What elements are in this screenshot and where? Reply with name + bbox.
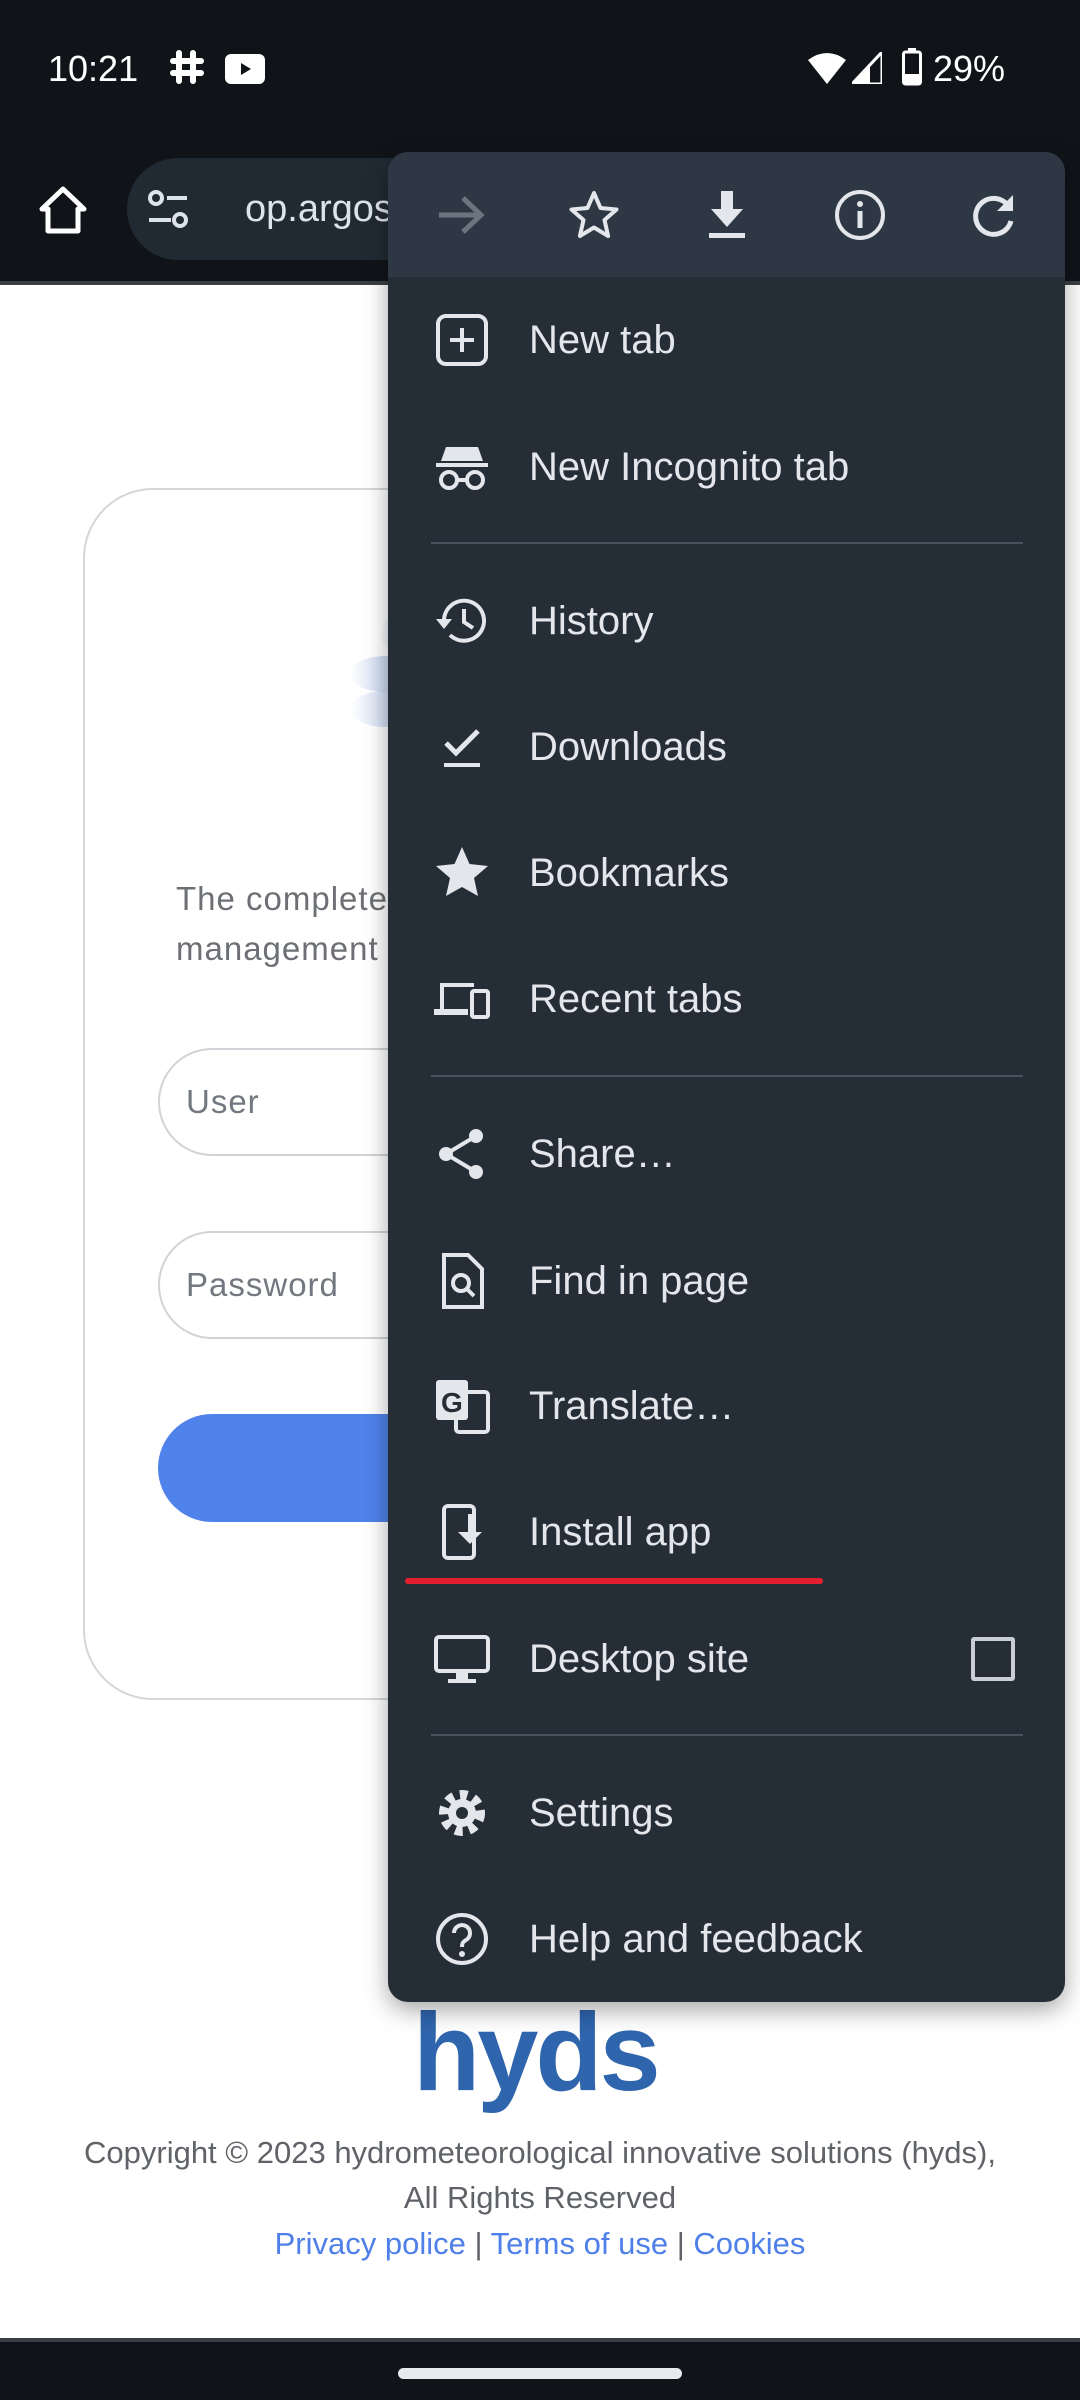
footer-links: Privacy police | Terms of use | Cookies [274,2226,806,2261]
menu-item-find-in-page[interactable]: Find in page [388,1218,1065,1344]
bookmarks-icon [432,843,492,903]
menu-item-help-and-feedback[interactable]: Help and feedback [388,1876,1065,2002]
home-icon[interactable] [38,185,88,235]
navigation-bar [0,2338,1080,2400]
find-icon [432,1251,492,1311]
battery-icon [902,48,922,86]
menu-item-label: Install app [529,1509,712,1554]
menu-item-recent-tabs[interactable]: Recent tabs [388,936,1065,1062]
menu-item-label: Help and feedback [529,1916,863,1961]
menu-item-label: Settings [529,1790,674,1835]
menu-item-install-app[interactable]: Install app [388,1469,1065,1595]
share-icon [432,1124,492,1184]
tagline: The complete management [176,880,388,967]
menu-item-label: Share… [529,1131,676,1176]
reload-icon[interactable] [958,180,1028,250]
download-icon[interactable] [692,180,762,250]
bookmark-star-icon[interactable] [559,180,629,250]
home-gesture-handle[interactable] [398,2368,682,2379]
status-bar: 10:21 29% [0,0,1080,130]
browser-menu: New tab New Incognito tab History Downloads… [388,152,1065,2002]
battery-percent: 29% [933,48,1006,89]
signal-icon [852,52,882,84]
menu-divider [431,1075,1023,1077]
menu-item-desktop-site[interactable]: Desktop site [388,1596,1065,1722]
svg-text:G: G [441,1387,463,1418]
menu-item-label: Find in page [529,1258,750,1303]
menu-item-new-incognito-tab[interactable]: New Incognito tab [388,404,1065,530]
forward-icon[interactable] [426,180,496,250]
cookies-link[interactable]: Cookies [693,2226,805,2261]
translate-icon: G [432,1376,492,1436]
menu-item-settings[interactable]: Settings [388,1750,1065,1876]
menu-item-translate[interactable]: G Translate… [388,1343,1065,1469]
help-icon [432,1909,492,1969]
menu-item-share[interactable]: Share… [388,1091,1065,1217]
copyright-line: Copyright © 2023 hydrometeorological inn… [84,2135,996,2170]
settings-icon [432,1783,492,1843]
menu-divider [431,542,1023,544]
hyds-logo: hyds [413,1991,661,2114]
menu-item-label: New Incognito tab [529,444,850,489]
menu-item-label: Downloads [529,724,727,769]
desktop-icon [432,1629,492,1689]
slack-icon [170,50,204,84]
info-icon[interactable] [825,180,895,250]
menu-item-new-tab[interactable]: New tab [388,277,1065,403]
site-settings-icon[interactable] [147,189,189,229]
install-app-icon [432,1502,492,1562]
incognito-icon [432,437,492,497]
menu-icon-row [388,152,1065,277]
menu-item-bookmarks[interactable]: Bookmarks [388,810,1065,936]
terms-link[interactable]: Terms of use [491,2226,668,2261]
devices-icon [432,969,492,1029]
menu-item-label: New tab [529,317,676,362]
menu-divider [431,1734,1023,1736]
desktop-site-checkbox[interactable] [971,1637,1015,1681]
history-icon [432,591,492,651]
rights-line: All Rights Reserved [403,2180,677,2215]
menu-item-label: Bookmarks [529,850,730,895]
wifi-icon [808,53,846,84]
install-app-underline-annotation [405,1578,823,1584]
menu-item-downloads[interactable]: Downloads [388,684,1065,810]
menu-item-label: Recent tabs [529,976,743,1021]
menu-item-label: Translate… [529,1383,735,1428]
new-tab-icon [432,310,492,370]
youtube-icon [225,54,265,84]
menu-item-label: History [529,598,654,643]
downloads-icon [432,717,492,777]
menu-item-label: Desktop site [529,1636,750,1681]
privacy-link[interactable]: Privacy police [275,2226,466,2261]
menu-item-history[interactable]: History [388,558,1065,684]
clock: 10:21 [48,48,139,89]
